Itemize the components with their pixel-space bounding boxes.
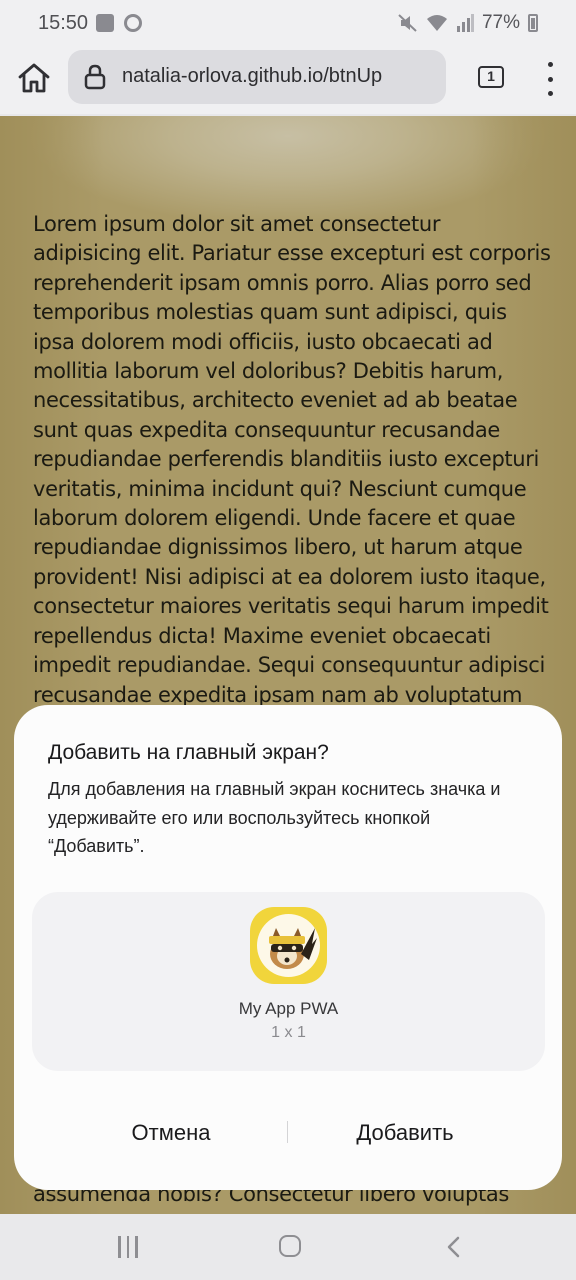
add-to-home-dialog: Добавить на главный экран? Для добавлени… xyxy=(14,705,562,1190)
status-icons-right: 77% xyxy=(398,12,538,34)
app-icon-image xyxy=(257,914,320,977)
cancel-button[interactable]: Отмена xyxy=(46,1105,296,1161)
lorem-text: Lorem ipsum dolor sit amet consectetur a… xyxy=(33,212,551,707)
app-size: 1 x 1 xyxy=(271,1024,306,1041)
battery-icon xyxy=(528,14,538,32)
url-text[interactable]: natalia-orlova.github.io/btnUp xyxy=(122,65,382,88)
home-nav-icon[interactable] xyxy=(279,1235,301,1257)
status-bar: 15:50 77% xyxy=(0,0,576,48)
system-navigation-bar xyxy=(0,1214,576,1280)
signal-icon xyxy=(456,14,474,32)
battery-percent: 77% xyxy=(481,12,520,33)
app-preview-card: My App PWA 1 x 1 xyxy=(32,892,545,1071)
chrome-icon xyxy=(124,14,142,32)
back-icon[interactable] xyxy=(446,1236,460,1258)
dialog-description: Для добавления на главный экран коснитес… xyxy=(48,779,501,856)
add-button[interactable]: Добавить xyxy=(280,1105,530,1161)
dialog-title: Добавить на главный экран? xyxy=(48,741,329,764)
wifi-icon xyxy=(426,15,447,31)
status-time: 15:50 xyxy=(38,12,89,34)
more-menu-icon[interactable] xyxy=(540,62,560,96)
tabs-button[interactable]: 1 xyxy=(478,66,504,88)
app-icon[interactable] xyxy=(250,907,327,984)
gallery-icon xyxy=(96,14,114,32)
browser-toolbar: natalia-orlova.github.io/btnUp 1 xyxy=(0,48,576,114)
status-icons-left xyxy=(96,14,142,32)
lock-icon[interactable] xyxy=(84,64,106,90)
app-name: My App PWA xyxy=(238,999,339,1018)
mute-icon xyxy=(398,14,417,32)
home-icon[interactable] xyxy=(16,60,52,96)
recents-icon[interactable] xyxy=(118,1236,138,1258)
address-bar[interactable]: natalia-orlova.github.io/btnUp xyxy=(68,50,446,104)
raccoon-icon xyxy=(269,928,317,969)
